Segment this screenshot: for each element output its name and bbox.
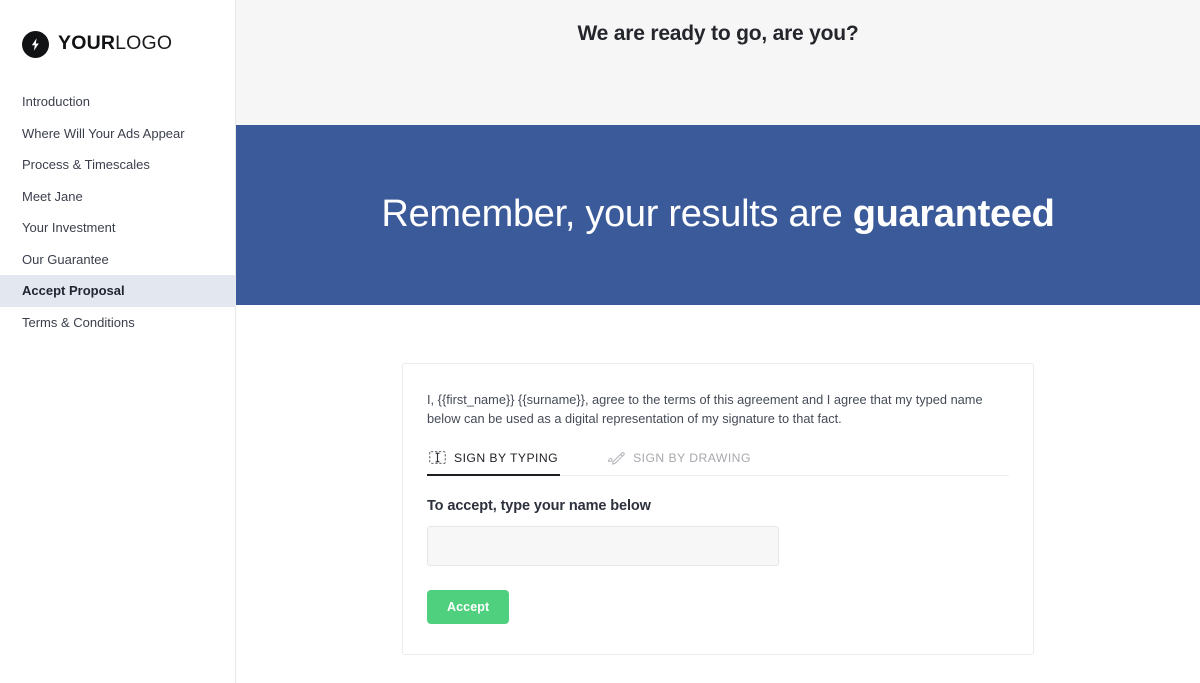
- logo-text-bold: YOUR: [58, 32, 116, 55]
- sidebar: YOURLOGO Introduction Where Will Your Ad…: [0, 0, 236, 683]
- signature-tabs: SIGN BY TYPING SIGN BY DRAWING: [427, 446, 1009, 477]
- banner-title-bold: guaranteed: [852, 193, 1055, 236]
- sidebar-item-where-will-your-ads-appear[interactable]: Where Will Your Ads Appear: [0, 118, 235, 150]
- signature-name-input[interactable]: [427, 526, 779, 567]
- signature-section: I, {{first_name}} {{surname}}, agree to …: [236, 305, 1200, 656]
- tab-sign-by-typing[interactable]: SIGN BY TYPING: [427, 446, 561, 477]
- text-cursor-icon: [429, 450, 446, 465]
- logo-text-light: LOGO: [115, 32, 173, 55]
- name-field-label: To accept, type your name below: [427, 498, 651, 515]
- accept-button[interactable]: Accept: [427, 590, 510, 625]
- banner-title-regular: Remember, your results are: [381, 193, 853, 236]
- tab-sign-by-drawing-label: SIGN BY DRAWING: [633, 450, 751, 465]
- sidebar-item-terms-conditions[interactable]: Terms & Conditions: [0, 307, 235, 339]
- tab-sign-by-drawing[interactable]: SIGN BY DRAWING: [604, 446, 753, 476]
- pen-draw-icon: [606, 450, 625, 466]
- guarantee-banner: Remember, your results are guaranteed: [236, 125, 1200, 305]
- main-content: We are ready to go, are you? Remember, y…: [236, 0, 1200, 683]
- signature-card: I, {{first_name}} {{surname}}, agree to …: [402, 363, 1034, 656]
- app-root: YOURLOGO Introduction Where Will Your Ad…: [0, 0, 1200, 683]
- sidebar-item-accept-proposal[interactable]: Accept Proposal: [0, 275, 235, 307]
- sidebar-nav: Introduction Where Will Your Ads Appear …: [0, 86, 235, 338]
- sidebar-item-process-timescales[interactable]: Process & Timescales: [0, 149, 235, 181]
- lightning-bolt-icon: [22, 30, 49, 58]
- sidebar-item-meet-jane[interactable]: Meet Jane: [0, 181, 235, 213]
- sidebar-item-our-guarantee[interactable]: Our Guarantee: [0, 244, 235, 276]
- logo[interactable]: YOURLOGO: [0, 0, 235, 62]
- tab-sign-by-typing-label: SIGN BY TYPING: [454, 450, 559, 465]
- banner-title: Remember, your results are guaranteed: [381, 193, 1054, 237]
- logo-text: YOURLOGO: [58, 34, 172, 54]
- page-header: We are ready to go, are you?: [236, 0, 1200, 125]
- sidebar-item-your-investment[interactable]: Your Investment: [0, 212, 235, 244]
- sidebar-item-introduction[interactable]: Introduction: [0, 86, 235, 118]
- agreement-text: I, {{first_name}} {{surname}}, agree to …: [427, 392, 983, 427]
- page-title: We are ready to go, are you?: [577, 22, 859, 45]
